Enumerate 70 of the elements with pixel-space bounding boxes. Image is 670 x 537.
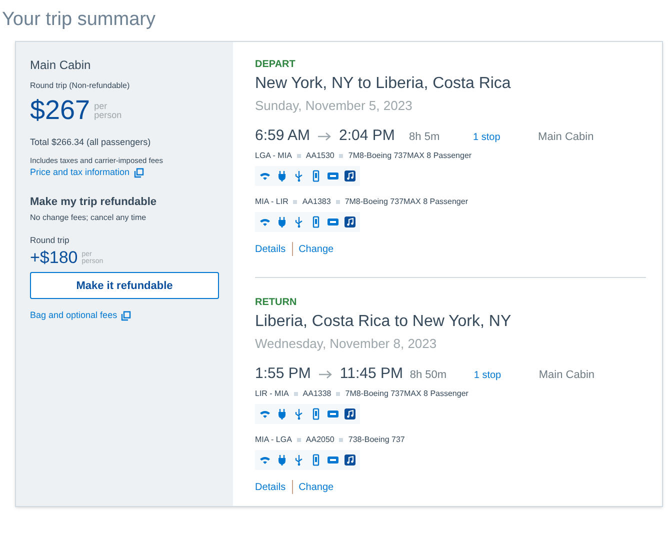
refund-price: +$180 <box>30 247 78 268</box>
phone-icon <box>310 454 322 466</box>
cabin-class: Main Cabin <box>538 368 595 384</box>
fare-type: Round trip (Non-refundable) <box>30 80 131 92</box>
usb-icon <box>293 454 305 466</box>
tv-icon <box>327 170 339 182</box>
page-title: Your trip summary <box>2 8 156 32</box>
route-title: Liberia, Costa Rica to New York, NY <box>255 312 512 332</box>
route-title: New York, NY to Liberia, Costa Rica <box>255 74 512 94</box>
arrow-icon <box>318 370 332 379</box>
refund-heading: Make my trip refundable <box>30 194 158 210</box>
flight-number: AA2050 <box>306 434 334 446</box>
usb-icon <box>293 408 305 420</box>
bag-fees-link[interactable]: Bag and optional fees <box>30 309 219 323</box>
aircraft: 738-Boeing 737 <box>348 434 405 446</box>
tv-icon <box>327 408 339 420</box>
leg-link[interactable]: Change <box>298 242 334 257</box>
power-plug-icon <box>276 170 288 182</box>
leg-date: Wednesday, November 8, 2023 <box>255 334 438 353</box>
phone-icon <box>310 408 322 420</box>
segment-airports: LIR - MIA <box>255 388 289 400</box>
aircraft: 7M8-Boeing 737MAX 8 Passenger <box>344 196 468 208</box>
fare-price: $267 <box>30 94 90 127</box>
music-icon <box>344 454 356 466</box>
leg-link[interactable]: Details <box>255 242 286 257</box>
usb-icon <box>293 170 305 182</box>
music-icon <box>344 216 356 228</box>
leg-link[interactable]: Change <box>298 480 334 495</box>
stops-link[interactable]: 1 stop <box>474 368 539 384</box>
refundable-button[interactable]: Make it refundable <box>30 272 219 300</box>
flight-number: AA1530 <box>306 150 334 162</box>
departure-time: 6:59 AM <box>255 126 310 146</box>
power-plug-icon <box>276 454 288 466</box>
duration: 8h 50m <box>410 368 448 384</box>
segment-airports: LGA - MIA <box>255 150 292 162</box>
cabin-class: Main Cabin <box>538 130 594 146</box>
phone-icon <box>310 216 322 228</box>
arrival-time: 2:04 PM <box>339 126 396 146</box>
aircraft: 7M8-Boeing 737MAX 8 Passenger <box>345 388 468 400</box>
refund-label: Round trip <box>30 234 70 247</box>
stops-link[interactable]: 1 stop <box>473 130 538 146</box>
flight-number: AA1383 <box>302 196 331 208</box>
power-plug-icon <box>276 216 288 228</box>
segment-airports: MIA - LIR <box>255 196 288 208</box>
price-info-link[interactable]: Price and tax information <box>30 166 219 180</box>
refund-note: No change fees; cancel any time <box>30 212 148 224</box>
phone-icon <box>310 170 322 182</box>
aircraft: 7M8-Boeing 737MAX 8 Passenger <box>348 150 472 162</box>
price-unit: per <box>94 102 108 111</box>
usb-icon <box>293 216 305 228</box>
cabin-title: Main Cabin <box>30 56 92 74</box>
leg-link[interactable]: Details <box>255 480 286 495</box>
total-price: Total $266.34 (all passengers) <box>30 136 152 149</box>
flight-number: AA1338 <box>302 388 332 400</box>
leg-date: Sunday, November 5, 2023 <box>255 96 414 115</box>
power-plug-icon <box>276 408 288 420</box>
leg-label: DEPART <box>255 60 296 70</box>
arrival-time: 11:45 PM <box>340 364 404 384</box>
tv-icon <box>327 454 339 466</box>
leg-label: RETURN <box>255 298 298 308</box>
music-icon <box>344 170 356 182</box>
tv-icon <box>327 216 339 228</box>
music-icon <box>344 408 356 420</box>
price-unit: person <box>94 110 122 120</box>
arrow-icon <box>318 132 332 141</box>
segment-airports: MIA - LGA <box>255 434 292 446</box>
external-link-icon <box>121 311 132 321</box>
external-link-icon <box>134 168 144 178</box>
departure-time: 1:55 PM <box>255 364 311 384</box>
duration: 8h 5m <box>409 130 441 146</box>
